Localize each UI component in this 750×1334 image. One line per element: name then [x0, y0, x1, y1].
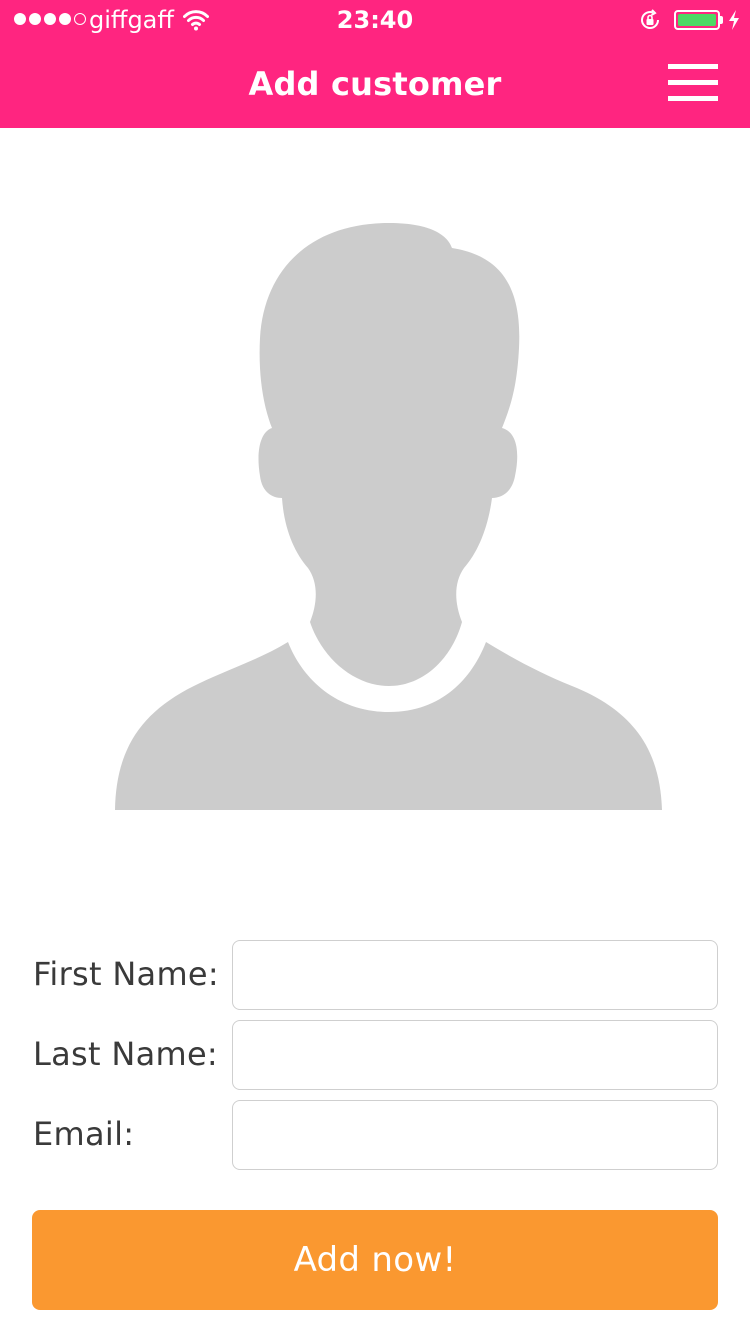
form-row-email: Email: — [0, 1100, 750, 1170]
first-name-label: First Name: — [33, 955, 220, 993]
battery-level-fill — [678, 14, 716, 26]
menu-button[interactable] — [664, 60, 722, 106]
battery-nub — [720, 16, 723, 24]
last-name-label: Last Name: — [33, 1035, 219, 1073]
person-silhouette-icon — [115, 223, 662, 810]
add-customer-screen: giffgaff 23:40 Add customer First Name: … — [0, 0, 750, 1334]
charging-bolt-icon — [729, 10, 739, 30]
first-name-input[interactable] — [232, 940, 718, 1010]
email-label: Email: — [33, 1115, 135, 1153]
form-row-first-name: First Name: — [0, 940, 750, 1010]
header: giffgaff 23:40 Add customer — [0, 0, 750, 128]
email-input[interactable] — [232, 1100, 718, 1170]
orientation-lock-icon — [641, 9, 659, 29]
status-bar: giffgaff 23:40 — [0, 0, 750, 40]
last-name-input[interactable] — [232, 1020, 718, 1090]
battery-icon — [674, 10, 720, 30]
add-now-button[interactable]: Add now! — [32, 1210, 718, 1310]
page-title: Add customer — [248, 65, 502, 103]
form-row-last-name: Last Name: — [0, 1020, 750, 1090]
